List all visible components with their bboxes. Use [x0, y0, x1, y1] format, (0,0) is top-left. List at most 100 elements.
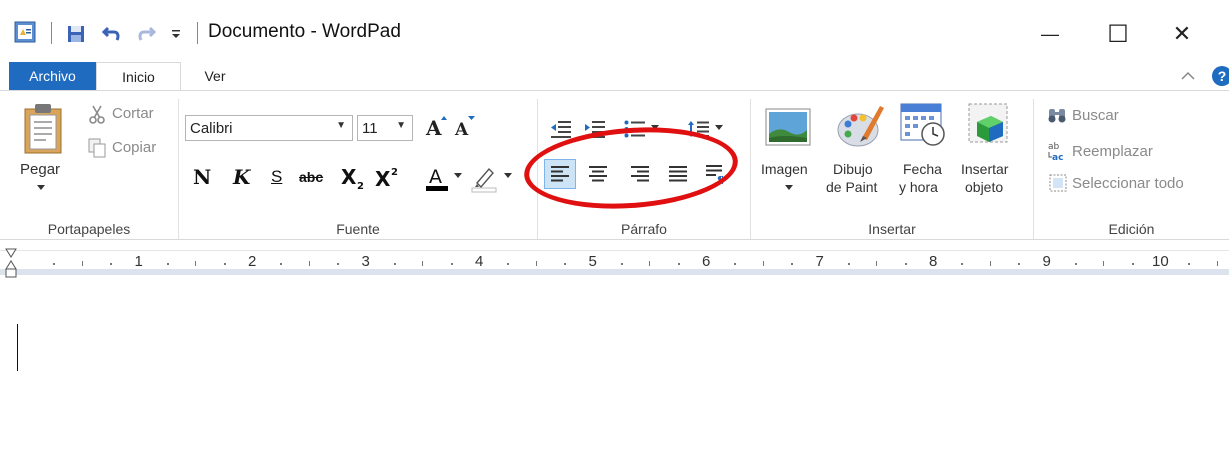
select-all-button[interactable]: Seleccionar todo [1072, 175, 1184, 192]
copy-icon [86, 137, 108, 159]
ruler-dot [1074, 263, 1077, 265]
customize-quick-access-icon[interactable] [168, 24, 184, 44]
font-color-icon[interactable]: A [423, 161, 451, 195]
ruler-tick [876, 261, 878, 266]
ruler-tick [422, 261, 424, 266]
paint-icon [835, 99, 887, 151]
font-group-label: Fuente [336, 221, 380, 237]
ruler-dot [847, 263, 850, 265]
clipboard-group: Pegar Cortar Copiar Portapapeles [0, 91, 178, 241]
insert-object-icon [963, 101, 1013, 149]
ruler-number: 4 [475, 253, 484, 270]
font-family-dropdown[interactable]: Calibri ▼ [185, 115, 353, 141]
ruler-dot [734, 263, 737, 265]
svg-text:ac: ac [1052, 153, 1063, 162]
shrink-font-icon[interactable]: A [451, 111, 477, 141]
paragraph-group-label: Párrafo [621, 221, 667, 237]
italic-button[interactable]: K [233, 165, 250, 189]
redo-icon[interactable] [134, 22, 158, 46]
paint-drawing-button-line2: de Paint [826, 179, 878, 195]
cut-icon [86, 103, 108, 125]
cut-button[interactable]: Cortar [112, 105, 154, 122]
font-family-chevron-down-icon: ▼ [336, 120, 346, 131]
ruler-tick [535, 261, 537, 266]
svg-text:X: X [375, 167, 391, 191]
ruler-dot [110, 263, 113, 265]
document-area[interactable] [0, 288, 1229, 458]
ruler-number: 7 [815, 253, 824, 270]
strikethrough-button[interactable]: abc [299, 169, 323, 185]
svg-text:2: 2 [391, 167, 398, 178]
bold-button[interactable]: N [193, 165, 211, 189]
ruler[interactable]: 1 2 3 4 5 6 7 8 9 10 [0, 240, 1229, 288]
underline-button[interactable]: S [271, 167, 282, 187]
tab-inicio[interactable]: Inicio [96, 62, 181, 91]
ruler-dot [677, 263, 680, 265]
ruler-tick [308, 261, 310, 266]
close-button[interactable]: ✕ [1159, 14, 1205, 54]
subscript-icon[interactable]: X2 [339, 163, 369, 193]
font-group: Calibri ▼ 11 ▼ A A N K S abc X2 X2 A Fue… [179, 91, 537, 241]
paint-drawing-button[interactable]: Dibujo [833, 161, 873, 177]
line-spacing-chevron-down-icon[interactable] [714, 123, 724, 133]
indent-marker-icon[interactable] [4, 246, 18, 282]
ruler-tick [1216, 261, 1218, 266]
ruler-number: 10 [1152, 253, 1169, 270]
wordpad-app-icon[interactable] [13, 20, 37, 44]
image-chevron-down-icon[interactable] [784, 183, 794, 193]
window-title: Documento - WordPad [208, 21, 401, 42]
ruler-number: 3 [361, 253, 370, 270]
ruler-number: 1 [134, 253, 143, 270]
ruler-number: 9 [1042, 253, 1051, 270]
select-all-icon [1048, 173, 1068, 193]
ruler-dot [53, 263, 56, 265]
maximize-button[interactable]: ☐ [1095, 14, 1141, 54]
editing-group: Buscar ab ac Reemplazar Seleccionar todo … [1034, 91, 1229, 241]
paste-button[interactable]: Pegar [20, 161, 60, 178]
ruler-dot [507, 263, 510, 265]
font-size-chevron-down-icon: ▼ [396, 120, 406, 131]
svg-text:A: A [454, 120, 469, 138]
editing-group-label: Edición [1108, 221, 1155, 237]
tab-ver[interactable]: Ver [195, 62, 235, 90]
grow-font-icon[interactable]: A [423, 111, 449, 141]
insert-object-button[interactable]: Insertar [961, 161, 1008, 177]
save-icon[interactable] [64, 22, 88, 46]
replace-button[interactable]: Reemplazar [1072, 143, 1153, 160]
undo-icon[interactable] [100, 22, 124, 46]
ruler-dot [961, 263, 964, 265]
ruler-number: 5 [588, 253, 597, 270]
font-size-dropdown[interactable]: 11 ▼ [357, 115, 413, 141]
ruler-dot [564, 263, 567, 265]
maximize-icon: ☐ [1107, 20, 1129, 48]
ruler-dot [904, 263, 907, 265]
font-family-value: Calibri [190, 119, 233, 137]
date-time-button-line2: y hora [899, 179, 938, 195]
insert-group: Imagen Dibujo de Paint Fecha y hora Inse… [751, 91, 1033, 241]
highlight-chevron-down-icon[interactable] [503, 171, 513, 181]
date-time-button[interactable]: Fecha [903, 161, 942, 177]
svg-text:ab: ab [1048, 142, 1060, 152]
tab-archivo[interactable]: Archivo [9, 62, 96, 90]
insert-group-label: Insertar [868, 221, 916, 237]
copy-button[interactable]: Copiar [112, 139, 156, 156]
title-separator [197, 22, 198, 44]
paste-dropdown-icon[interactable] [35, 183, 47, 193]
highlight-color-icon[interactable] [469, 161, 499, 195]
ruler-number: 8 [929, 253, 938, 270]
insert-image-button[interactable]: Imagen [761, 161, 808, 177]
superscript-icon[interactable]: X2 [373, 163, 403, 193]
font-size-value: 11 [362, 119, 378, 137]
ruler-dot [791, 263, 794, 265]
insert-object-button-line2: objeto [965, 179, 1004, 195]
collapse-ribbon-icon[interactable] [1180, 62, 1196, 90]
svg-text:A: A [425, 116, 442, 138]
minimize-button[interactable]: — [1027, 14, 1073, 54]
font-color-chevron-down-icon[interactable] [453, 171, 463, 181]
ruler-dot [337, 263, 340, 265]
ruler-dot [1018, 263, 1021, 265]
ruler-dot [1188, 263, 1191, 265]
help-icon[interactable]: ? [1212, 66, 1229, 86]
ruler-tick [81, 261, 83, 266]
find-button[interactable]: Buscar [1072, 107, 1119, 124]
